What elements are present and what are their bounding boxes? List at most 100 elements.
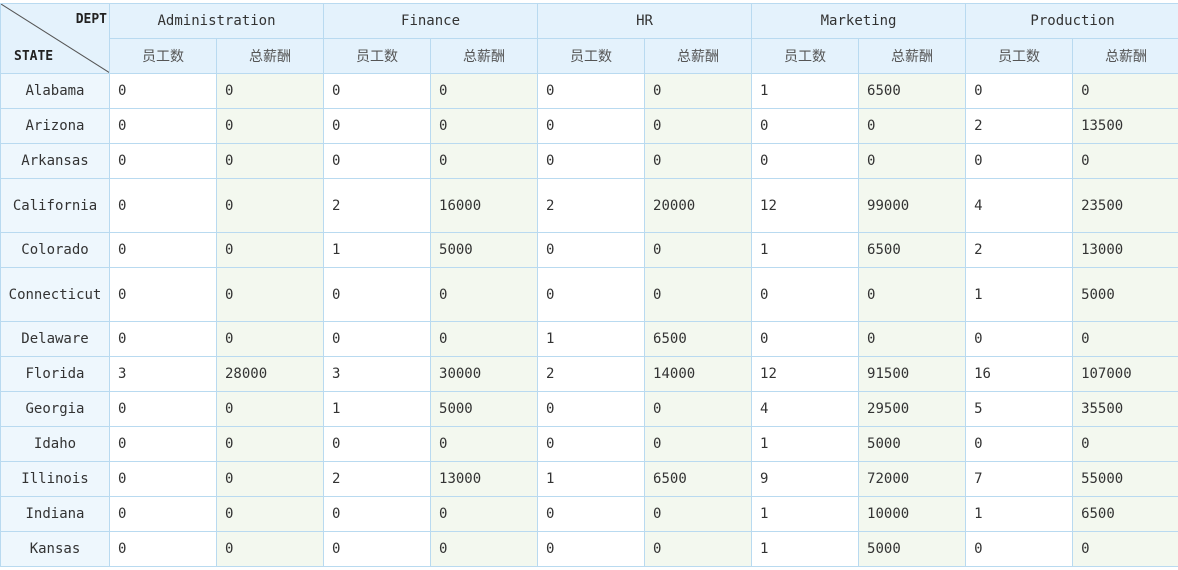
total-salary-cell[interactable]: 30000	[430, 356, 539, 392]
total-salary-cell[interactable]: 13500	[1072, 108, 1178, 144]
total-salary-cell[interactable]: 0	[644, 496, 753, 532]
employee-count-cell[interactable]: 0	[537, 531, 646, 567]
employee-count-cell[interactable]: 1	[751, 232, 860, 268]
dept-header-administration[interactable]: Administration	[108, 3, 325, 39]
employee-count-cell[interactable]: 0	[109, 178, 217, 233]
employee-count-cell[interactable]: 0	[537, 232, 646, 268]
total-salary-cell[interactable]: 0	[215, 461, 325, 497]
total-salary-cell[interactable]: 6500	[644, 321, 753, 357]
total-salary-cell[interactable]: 0	[215, 391, 325, 427]
total-salary-cell[interactable]: 107000	[1072, 356, 1178, 392]
dept-header-marketing[interactable]: Marketing	[751, 3, 967, 39]
employee-count-cell[interactable]: 0	[109, 426, 217, 462]
employee-count-cell[interactable]: 0	[323, 143, 432, 179]
employee-count-cell[interactable]: 1	[537, 461, 646, 497]
employee-count-cell[interactable]: 3	[109, 356, 217, 392]
total-salary-cell[interactable]: 55000	[1072, 461, 1178, 497]
employee-count-cell[interactable]: 0	[109, 267, 217, 322]
employee-count-cell[interactable]: 0	[965, 321, 1074, 357]
total-salary-cell[interactable]: 0	[644, 531, 753, 567]
employee-count-cell[interactable]: 1	[965, 496, 1074, 532]
total-salary-cell[interactable]: 13000	[1072, 232, 1178, 268]
employee-count-cell[interactable]: 2	[537, 356, 646, 392]
employee-count-cell[interactable]: 1	[323, 232, 432, 268]
total-salary-cell[interactable]: 16000	[430, 178, 539, 233]
total-salary-cell[interactable]: 6500	[858, 73, 967, 109]
employee-count-cell[interactable]: 0	[537, 496, 646, 532]
employee-count-cell[interactable]: 0	[537, 108, 646, 144]
total-salary-cell[interactable]: 0	[430, 267, 539, 322]
total-salary-cell[interactable]: 6500	[644, 461, 753, 497]
total-salary-cell[interactable]: 5000	[1072, 267, 1178, 322]
total-salary-cell[interactable]: 5000	[858, 531, 967, 567]
employee-count-cell[interactable]: 0	[965, 531, 1074, 567]
employee-count-cell[interactable]: 1	[751, 426, 860, 462]
count-header[interactable]: 员工数	[537, 38, 646, 74]
employee-count-cell[interactable]: 12	[751, 356, 860, 392]
total-salary-cell[interactable]: 0	[644, 267, 753, 322]
employee-count-cell[interactable]: 7	[965, 461, 1074, 497]
state-cell[interactable]: Arkansas	[0, 143, 110, 179]
employee-count-cell[interactable]: 0	[537, 73, 646, 109]
count-header[interactable]: 员工数	[751, 38, 860, 74]
state-cell[interactable]: Arizona	[0, 108, 110, 144]
employee-count-cell[interactable]: 0	[323, 267, 432, 322]
employee-count-cell[interactable]: 0	[109, 461, 217, 497]
employee-count-cell[interactable]: 0	[109, 108, 217, 144]
state-cell[interactable]: Alabama	[0, 73, 110, 109]
total-salary-cell[interactable]: 0	[1072, 531, 1178, 567]
total-salary-cell[interactable]: 0	[1072, 321, 1178, 357]
employee-count-cell[interactable]: 0	[537, 267, 646, 322]
employee-count-cell[interactable]: 1	[323, 391, 432, 427]
employee-count-cell[interactable]: 0	[323, 426, 432, 462]
total-salary-cell[interactable]: 28000	[215, 356, 325, 392]
total-salary-cell[interactable]: 0	[430, 531, 539, 567]
total-salary-cell[interactable]: 0	[430, 73, 539, 109]
total-salary-cell[interactable]: 5000	[430, 391, 539, 427]
total-salary-cell[interactable]: 0	[215, 73, 325, 109]
employee-count-cell[interactable]: 0	[537, 143, 646, 179]
state-cell[interactable]: Florida	[0, 356, 110, 392]
employee-count-cell[interactable]: 1	[965, 267, 1074, 322]
total-salary-cell[interactable]: 0	[644, 73, 753, 109]
employee-count-cell[interactable]: 2	[965, 232, 1074, 268]
employee-count-cell[interactable]: 0	[109, 531, 217, 567]
employee-count-cell[interactable]: 16	[965, 356, 1074, 392]
total-salary-cell[interactable]: 35500	[1072, 391, 1178, 427]
employee-count-cell[interactable]: 1	[751, 531, 860, 567]
employee-count-cell[interactable]: 0	[537, 426, 646, 462]
employee-count-cell[interactable]: 2	[323, 461, 432, 497]
employee-count-cell[interactable]: 0	[323, 73, 432, 109]
employee-count-cell[interactable]: 0	[751, 267, 860, 322]
total-salary-cell[interactable]: 0	[215, 496, 325, 532]
total-salary-cell[interactable]: 0	[1072, 143, 1178, 179]
employee-count-cell[interactable]: 0	[109, 391, 217, 427]
total-salary-cell[interactable]: 0	[644, 426, 753, 462]
total-salary-cell[interactable]: 0	[215, 267, 325, 322]
total-salary-cell[interactable]: 0	[215, 321, 325, 357]
employee-count-cell[interactable]: 0	[751, 321, 860, 357]
total-salary-cell[interactable]: 0	[215, 143, 325, 179]
employee-count-cell[interactable]: 2	[965, 108, 1074, 144]
state-cell[interactable]: Kansas	[0, 531, 110, 567]
employee-count-cell[interactable]: 0	[109, 496, 217, 532]
employee-count-cell[interactable]: 0	[965, 73, 1074, 109]
employee-count-cell[interactable]: 0	[109, 143, 217, 179]
employee-count-cell[interactable]: 0	[965, 426, 1074, 462]
total-salary-cell[interactable]: 0	[644, 391, 753, 427]
employee-count-cell[interactable]: 5	[965, 391, 1074, 427]
state-cell[interactable]: Illinois	[0, 461, 110, 497]
salary-header[interactable]: 总薪酬	[1072, 38, 1178, 74]
salary-header[interactable]: 总薪酬	[858, 38, 967, 74]
salary-header[interactable]: 总薪酬	[430, 38, 539, 74]
total-salary-cell[interactable]: 29500	[858, 391, 967, 427]
total-salary-cell[interactable]: 14000	[644, 356, 753, 392]
total-salary-cell[interactable]: 6500	[1072, 496, 1178, 532]
total-salary-cell[interactable]: 5000	[430, 232, 539, 268]
total-salary-cell[interactable]: 0	[644, 143, 753, 179]
total-salary-cell[interactable]: 10000	[858, 496, 967, 532]
total-salary-cell[interactable]: 0	[1072, 73, 1178, 109]
count-header[interactable]: 员工数	[965, 38, 1074, 74]
total-salary-cell[interactable]: 0	[430, 496, 539, 532]
total-salary-cell[interactable]: 99000	[858, 178, 967, 233]
